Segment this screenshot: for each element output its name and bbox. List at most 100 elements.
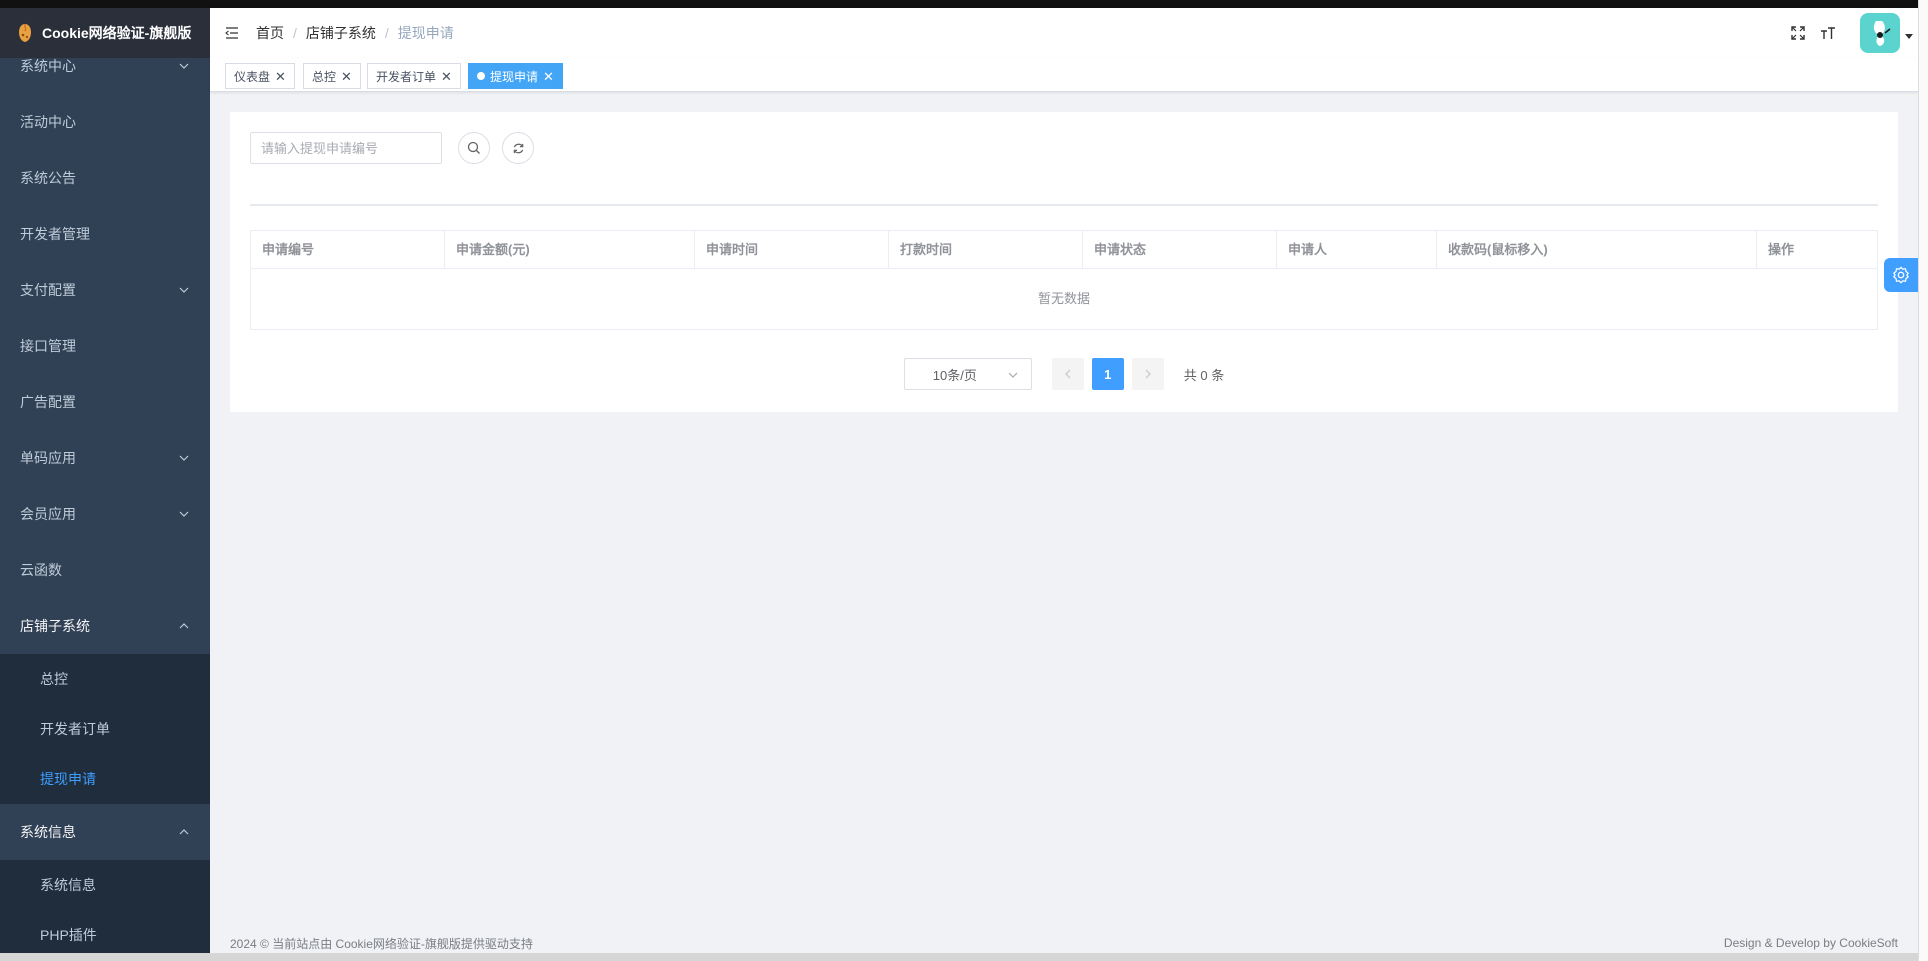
- sidebar-menu: 系统中心 活动中心 系统公告 开发者管理 支付配置 接口管理 广告配置 单码应用…: [0, 38, 210, 953]
- pagination: 10条/页 1 共 0 条: [230, 358, 1898, 390]
- sidebar-subitem-label: 系统信息: [40, 877, 96, 893]
- tag-label: 总控: [312, 69, 337, 84]
- footer-copyright: 2024 © 当前站点由 Cookie网络验证-旗舰版提供驱动支持: [230, 936, 533, 951]
- column-header-qr-code[interactable]: 收款码(鼠标移入): [1437, 231, 1757, 269]
- sidebar-item-label: 活动中心: [20, 114, 76, 130]
- sidebar-item-activity-center[interactable]: 活动中心: [0, 94, 210, 150]
- sidebar-subitem-withdraw-requests[interactable]: 提现申请: [0, 754, 210, 804]
- shop-submenu: 总控 开发者订单 提现申请: [0, 654, 210, 804]
- sysinfo-submenu: 系统信息 PHP插件: [0, 860, 210, 953]
- window-top-strip: [0, 0, 1928, 8]
- window-bottom-strip: [0, 953, 1918, 961]
- close-icon[interactable]: ✕: [543, 70, 554, 83]
- pagination-inner: 10条/页 1 共 0 条: [903, 358, 1225, 390]
- chevron-down-icon: [178, 60, 190, 72]
- withdraw-table: 申请编号 申请金额(元) 申请时间 打款时间 申请状态 申请人 收款码(鼠标移入…: [250, 230, 1878, 330]
- column-header-apply-time[interactable]: 申请时间: [695, 231, 889, 269]
- settings-button[interactable]: [1884, 258, 1918, 292]
- sidebar-subitem-system-info[interactable]: 系统信息: [0, 860, 210, 910]
- sidebar-subitem-overview[interactable]: 总控: [0, 654, 210, 704]
- navbar: 首页 / 店铺子系统 / 提现申请: [210, 8, 1918, 58]
- sidebar-item-label: 单码应用: [20, 450, 76, 466]
- sidebar: 系统中心 活动中心 系统公告 开发者管理 支付配置 接口管理 广告配置 单码应用…: [0, 8, 210, 953]
- tag-withdraw-requests[interactable]: 提现申请 ✕: [468, 63, 563, 89]
- chevron-down-icon: [178, 508, 190, 520]
- breadcrumb-shop-subsystem[interactable]: 店铺子系统: [306, 23, 376, 43]
- page-number-current[interactable]: 1: [1091, 358, 1124, 390]
- main-area: 首页 / 店铺子系统 / 提现申请 仪表盘 ✕ 总控 ✕ 开发者订单 ✕ 提现申…: [210, 8, 1918, 953]
- sidebar-item-label: 云函数: [20, 562, 62, 578]
- total-count: 共 0 条: [1183, 367, 1225, 383]
- close-icon[interactable]: ✕: [275, 70, 286, 83]
- avatar[interactable]: [1860, 13, 1900, 53]
- sidebar-subitem-label: 开发者订单: [40, 721, 110, 737]
- window-right-strip: [1918, 0, 1928, 961]
- caret-down-icon[interactable]: [1904, 28, 1914, 39]
- tags-view: 仪表盘 ✕ 总控 ✕ 开发者订单 ✕ 提现申请 ✕: [210, 58, 1918, 92]
- hamburger-icon[interactable]: [224, 25, 240, 41]
- tag-label: 开发者订单: [376, 69, 437, 84]
- sidebar-item-label: 广告配置: [20, 394, 76, 410]
- fullscreen-icon[interactable]: [1788, 23, 1808, 43]
- content-card: 申请编号 申请金额(元) 申请时间 打款时间 申请状态 申请人 收款码(鼠标移入…: [230, 112, 1898, 412]
- gear-icon: [1893, 266, 1909, 284]
- sidebar-item-developer-management[interactable]: 开发者管理: [0, 206, 210, 262]
- chevron-down-icon: [1007, 369, 1019, 381]
- sidebar-item-single-code-app[interactable]: 单码应用: [0, 430, 210, 486]
- sidebar-item-shop-subsystem[interactable]: 店铺子系统: [0, 598, 210, 654]
- breadcrumb-separator: /: [384, 25, 389, 41]
- column-header-status[interactable]: 申请状态: [1083, 231, 1277, 269]
- sidebar-item-label: 系统公告: [20, 170, 76, 186]
- breadcrumb-home[interactable]: 首页: [256, 23, 284, 43]
- next-page-button[interactable]: [1131, 358, 1164, 390]
- close-icon[interactable]: ✕: [341, 70, 352, 83]
- column-header-pay-time[interactable]: 打款时间: [889, 231, 1083, 269]
- sidebar-item-label: 接口管理: [20, 338, 76, 354]
- sidebar-item-announcements[interactable]: 系统公告: [0, 150, 210, 206]
- sidebar-item-label: 支付配置: [20, 282, 76, 298]
- chevron-right-icon: [1145, 369, 1151, 379]
- tag-developer-orders[interactable]: 开发者订单 ✕: [367, 63, 461, 89]
- column-header-id[interactable]: 申请编号: [251, 231, 445, 269]
- sidebar-subitem-developer-orders[interactable]: 开发者订单: [0, 704, 210, 754]
- footer: 2024 © 当前站点由 Cookie网络验证-旗舰版提供驱动支持 Design…: [210, 933, 1918, 953]
- divider: [250, 204, 1878, 206]
- prev-page-button[interactable]: [1051, 358, 1084, 390]
- cookie-logo-icon: [16, 22, 34, 44]
- column-header-actions[interactable]: 操作: [1757, 231, 1877, 269]
- sidebar-subitem-php-plugins[interactable]: PHP插件: [0, 910, 210, 953]
- chevron-left-icon: [1064, 369, 1071, 379]
- chevron-down-icon: [178, 452, 190, 464]
- tag-overview[interactable]: 总控 ✕: [303, 63, 361, 89]
- sidebar-item-label: 店铺子系统: [20, 618, 90, 634]
- sidebar-item-member-app[interactable]: 会员应用: [0, 486, 210, 542]
- sidebar-item-cloud-function[interactable]: 云函数: [0, 542, 210, 598]
- chevron-up-icon: [178, 826, 190, 838]
- table-header: 申请编号 申请金额(元) 申请时间 打款时间 申请状态 申请人 收款码(鼠标移入…: [251, 231, 1877, 269]
- font-size-icon[interactable]: [1818, 23, 1838, 43]
- close-icon[interactable]: ✕: [441, 70, 452, 83]
- breadcrumb-current: 提现申请: [397, 25, 454, 41]
- tag-label: 提现申请: [490, 69, 539, 84]
- sidebar-item-api-management[interactable]: 接口管理: [0, 318, 210, 374]
- sidebar-item-label: 系统中心: [20, 58, 76, 74]
- sidebar-subitem-label: 总控: [40, 671, 68, 687]
- sidebar-item-payment-config[interactable]: 支付配置: [0, 262, 210, 318]
- column-header-applicant[interactable]: 申请人: [1277, 231, 1437, 269]
- sidebar-item-label: 系统信息: [20, 824, 76, 840]
- column-header-amount[interactable]: 申请金额(元): [445, 231, 695, 269]
- tag-label: 仪表盘: [234, 69, 271, 84]
- chevron-up-icon: [178, 620, 190, 632]
- search-input[interactable]: [250, 132, 442, 164]
- sidebar-item-system-info[interactable]: 系统信息: [0, 804, 210, 860]
- app-logo-bar[interactable]: Cookie网络验证-旗舰版: [0, 8, 210, 58]
- tag-dashboard[interactable]: 仪表盘 ✕: [225, 63, 295, 89]
- refresh-button[interactable]: [502, 132, 534, 164]
- search-button[interactable]: [458, 132, 490, 164]
- search-icon: [467, 141, 480, 154]
- breadcrumb-separator: /: [293, 25, 297, 41]
- sidebar-item-ad-config[interactable]: 广告配置: [0, 374, 210, 430]
- page-size-select[interactable]: 10条/页: [903, 358, 1032, 390]
- app-title: Cookie网络验证-旗舰版: [42, 25, 192, 41]
- navbar-right: [1788, 8, 1918, 58]
